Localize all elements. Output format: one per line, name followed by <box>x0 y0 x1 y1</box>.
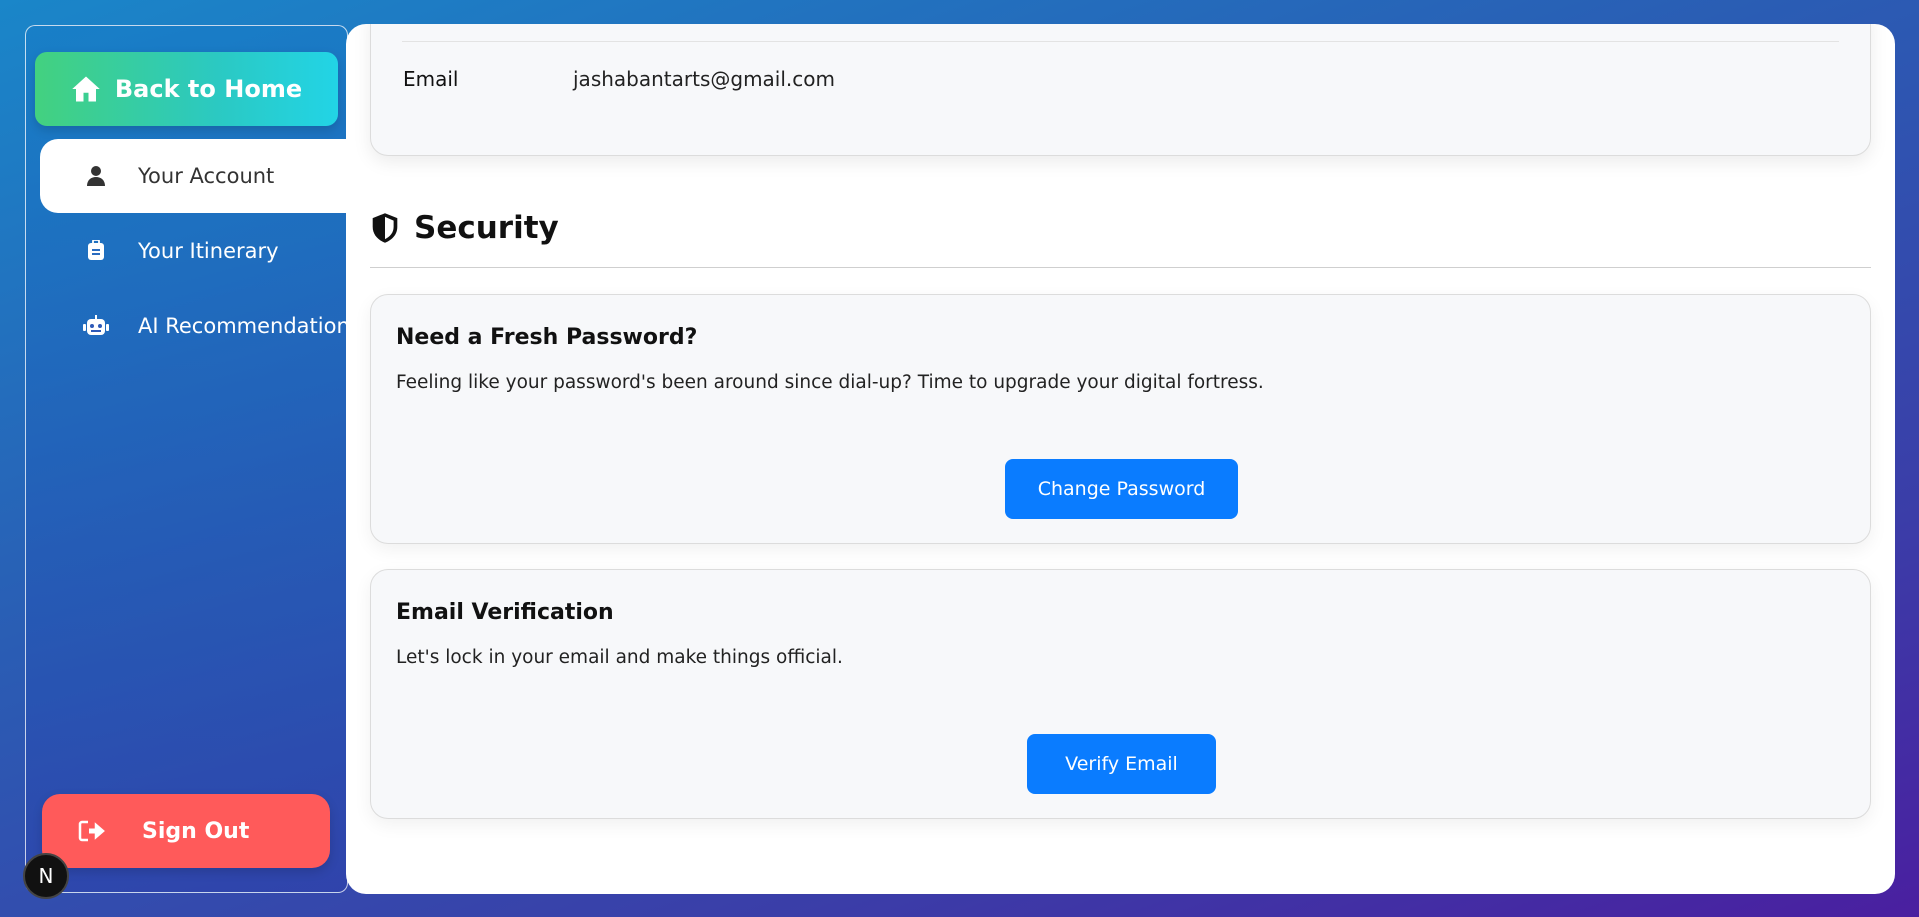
back-to-home-label: Back to Home <box>114 75 303 103</box>
user-icon <box>74 165 118 187</box>
email-verification-card: Email Verification Let's lock in your em… <box>370 569 1871 819</box>
card-title: Need a Fresh Password? <box>396 325 698 350</box>
card-description: Let's lock in your email and make things… <box>396 647 843 668</box>
change-password-card: Need a Fresh Password? Feeling like your… <box>370 294 1871 544</box>
framework-badge[interactable]: N <box>23 853 69 899</box>
suitcase-icon <box>74 240 118 262</box>
sign-out-button[interactable]: Sign Out <box>42 794 330 868</box>
sidebar-item-ai-recommendations[interactable]: AI Recommendations <box>40 289 370 363</box>
account-info-card: Email jashabantarts@gmail.com <box>370 24 1871 156</box>
sidebar: Back to Home Your Account Your Itinerary <box>25 25 370 893</box>
change-password-button[interactable]: Change Password <box>1005 459 1238 519</box>
back-to-home-button[interactable]: Back to Home <box>35 52 338 126</box>
sign-out-icon <box>78 820 108 842</box>
sign-out-label: Sign Out <box>142 818 250 844</box>
sidebar-item-your-account[interactable]: Your Account <box>40 139 370 213</box>
main-panel: Email jashabantarts@gmail.com Security N… <box>346 24 1895 894</box>
security-heading: Security <box>370 210 559 246</box>
sidebar-item-label: Your Account <box>138 164 275 188</box>
robot-icon <box>74 315 118 337</box>
shield-icon <box>372 213 398 243</box>
card-title: Email Verification <box>396 600 614 625</box>
sidebar-item-label: Your Itinerary <box>138 239 279 263</box>
verify-email-button[interactable]: Verify Email <box>1027 734 1216 794</box>
email-label: Email <box>403 67 459 91</box>
page-title: Security <box>414 210 559 246</box>
divider <box>370 267 1871 268</box>
divider <box>402 41 1839 42</box>
email-value: jashabantarts@gmail.com <box>573 67 835 91</box>
home-icon <box>72 76 100 102</box>
card-description: Feeling like your password's been around… <box>396 372 1264 393</box>
sidebar-item-your-itinerary[interactable]: Your Itinerary <box>40 214 370 288</box>
sidebar-item-label: AI Recommendations <box>138 314 361 338</box>
